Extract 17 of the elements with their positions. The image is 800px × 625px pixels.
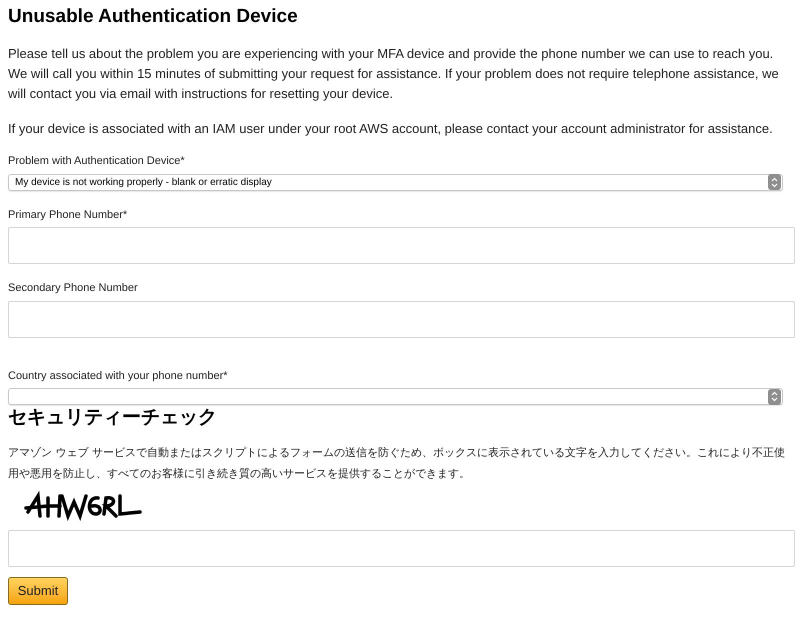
- stepper-icon: [768, 388, 781, 404]
- input-field[interactable]: [8, 300, 795, 338]
- field-label: Primary Phone Number*: [8, 208, 128, 222]
- input-field[interactable]: [8, 227, 795, 264]
- page-title: Unusable Authentication Device: [8, 5, 299, 29]
- field-label: Problem with Authentication Device*: [8, 154, 186, 169]
- stepper-icon: [768, 174, 781, 190]
- field-label: Country associated with your phone number*: [8, 368, 229, 384]
- submit-button[interactable]: Submit: [8, 577, 68, 605]
- dropdown[interactable]: My device is not working properly - blank or erratic display: [8, 174, 783, 190]
- description-text: Please tell us about the problem you are experiencing with your MFA device and provide the phone number we can use to reach you. We will call you within 15 minutes of submitting your request for assistance. If your problem does not require telephone assistance, we will contact you via email with instructions for resetting your device.: [8, 45, 780, 103]
- description-text: アマゾン ウェブ サービスで自動またはスクリプトによるフォームの送信を防ぐため、ボックスに表示されている文字を入力してください。これにより不正使用や悪用を防止し、すべてのお客様に引き続き質の高いサービスを提供することができます。: [8, 445, 786, 482]
- field-label: Secondary Phone Number: [8, 281, 139, 296]
- section-heading: セキュリティーチェック: [8, 405, 218, 429]
- captcha-field[interactable]: [8, 530, 795, 567]
- dropdown[interactable]: [8, 388, 783, 405]
- description-text: If your device is associated with an IAM user under your root AWS account, please contact your account administrator for assistance.: [8, 120, 774, 138]
